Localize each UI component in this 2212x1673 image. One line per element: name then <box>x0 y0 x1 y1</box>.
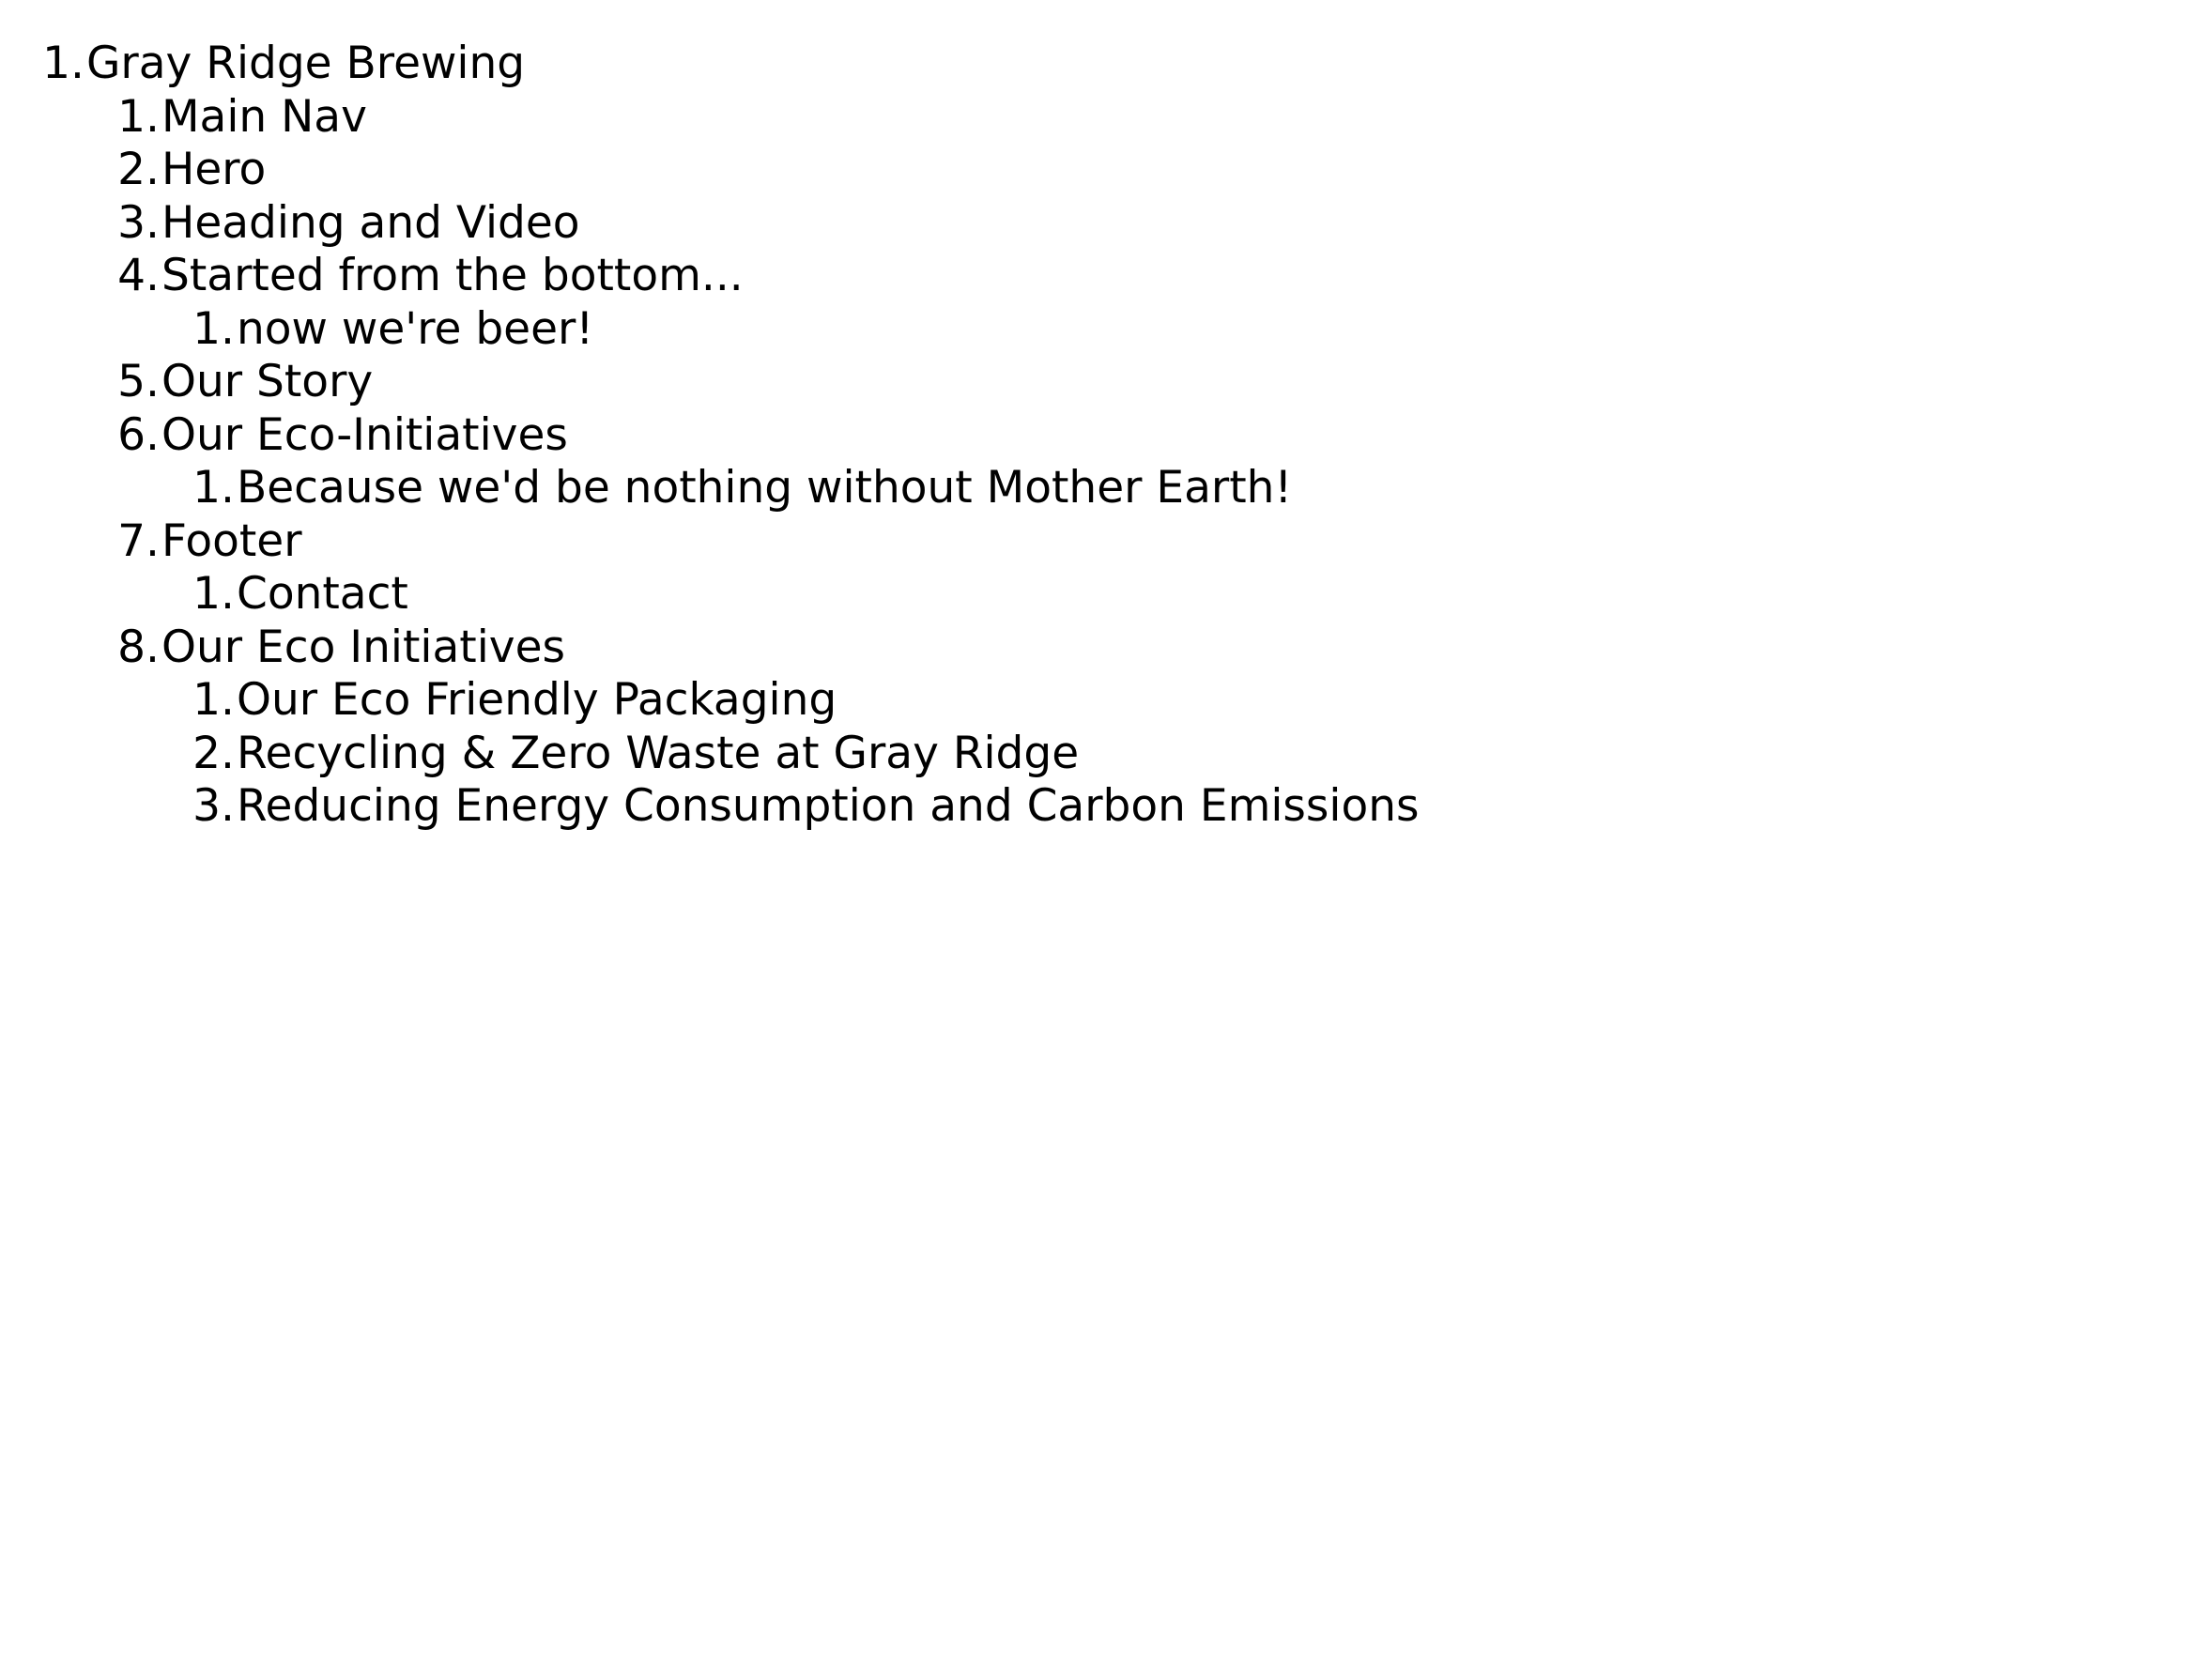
outline-item-heading-and-video: 3. Heading and Video <box>26 197 1419 251</box>
outline-item-gray-ridge-brewing: 1. Gray Ridge Brewing <box>26 38 1419 91</box>
outline-number: 3. <box>192 780 235 832</box>
outline-label: Footer <box>161 514 302 567</box>
outline-label: Main Nav <box>161 90 367 143</box>
outline-number: 8. <box>117 621 160 673</box>
outline-item-our-eco-initiatives: 8. Our Eco Initiatives <box>26 622 1419 675</box>
outline-number: 1. <box>192 568 235 620</box>
outline-number: 6. <box>117 408 160 461</box>
outline-item-reducing-energy: 3. Reducing Energy Consumption and Carbo… <box>26 780 1419 834</box>
outline-item-now-were-beer: 1. now we're beer! <box>26 303 1419 357</box>
outline-label: Hero <box>161 144 267 195</box>
outline-item-our-eco-initiatives-hyphen: 6. Our Eco-Initiatives <box>26 409 1419 463</box>
outline-number: 1. <box>192 462 235 514</box>
outline-number: 1. <box>192 674 235 726</box>
outline-item-recycling-zero-waste: 2. Recycling & Zero Waste at Gray Ridge <box>26 728 1419 781</box>
outline-number: 4. <box>117 250 160 301</box>
outline-item-hero: 2. Hero <box>26 144 1419 197</box>
outline-number: 1. <box>117 90 160 143</box>
outline-label: Our Eco-Initiatives <box>161 408 568 461</box>
outline-number: 7. <box>117 514 160 567</box>
document-outline: 1. Gray Ridge Brewing 1. Main Nav 2. Her… <box>26 38 1419 834</box>
outline-label: Our Eco Initiatives <box>161 621 565 673</box>
outline-label: Recycling & Zero Waste at Gray Ridge <box>237 727 1080 779</box>
outline-number: 1. <box>192 302 235 355</box>
outline-label: Our Story <box>161 356 374 407</box>
outline-label: Reducing Energy Consumption and Carbon E… <box>237 780 1420 832</box>
outline-label: Our Eco Friendly Packaging <box>237 674 837 726</box>
outline-item-our-story: 5. Our Story <box>26 356 1419 409</box>
outline-item-main-nav: 1. Main Nav <box>26 91 1419 145</box>
outline-item-footer: 7. Footer <box>26 515 1419 569</box>
outline-item-eco-friendly-packaging: 1. Our Eco Friendly Packaging <box>26 674 1419 728</box>
outline-number: 1. <box>42 38 84 89</box>
outline-item-started-from-the-bottom: 4. Started from the bottom... <box>26 250 1419 303</box>
outline-label: Contact <box>237 568 408 620</box>
outline-item-mother-earth: 1. Because we'd be nothing without Mothe… <box>26 462 1419 515</box>
outline-number: 2. <box>192 727 235 779</box>
outline-label: Gray Ridge Brewing <box>86 38 526 89</box>
outline-label: now we're beer! <box>237 302 594 355</box>
outline-label: Started from the bottom... <box>161 250 744 301</box>
outline-number: 3. <box>117 196 160 249</box>
outline-number: 2. <box>117 144 160 195</box>
outline-label: Heading and Video <box>161 196 580 249</box>
outline-number: 5. <box>117 356 160 407</box>
outline-label: Because we'd be nothing without Mother E… <box>237 462 1293 514</box>
outline-item-contact: 1. Contact <box>26 568 1419 622</box>
